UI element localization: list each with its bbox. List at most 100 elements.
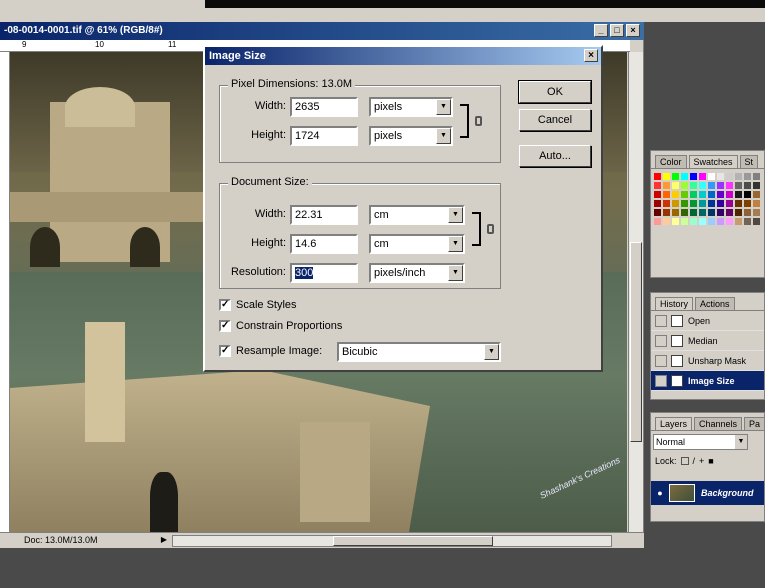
color-swatch[interactable] [743,217,752,226]
color-swatch[interactable] [725,181,734,190]
status-menu-arrow[interactable]: ▶ [158,535,170,546]
resample-method-select[interactable]: Bicubic ▼ [337,342,501,362]
color-swatch[interactable] [707,181,716,190]
minimize-button[interactable]: _ [594,24,608,37]
color-swatch[interactable] [653,208,662,217]
color-swatch[interactable] [671,199,680,208]
color-swatch[interactable] [662,217,671,226]
color-swatch[interactable] [734,181,743,190]
pixel-width-unit-select[interactable]: pixels ▼ [369,97,453,117]
color-swatch[interactable] [653,199,662,208]
color-swatch[interactable] [707,199,716,208]
color-swatch[interactable] [698,217,707,226]
color-swatch[interactable] [725,208,734,217]
doc-height-unit-select[interactable]: cm ▼ [369,234,465,254]
color-swatch[interactable] [671,217,680,226]
color-swatch[interactable] [689,199,698,208]
color-swatch[interactable] [716,172,725,181]
color-swatch[interactable] [662,208,671,217]
color-swatch[interactable] [743,199,752,208]
color-swatch[interactable] [689,208,698,217]
color-swatch[interactable] [689,217,698,226]
color-swatch[interactable] [671,172,680,181]
maximize-button[interactable]: □ [610,24,624,37]
history-item[interactable]: Median [651,331,764,351]
color-swatch[interactable] [680,217,689,226]
color-swatch[interactable] [698,208,707,217]
color-swatch[interactable] [707,172,716,181]
color-swatch[interactable] [662,190,671,199]
scale-styles-checkbox[interactable]: ✓ Scale Styles [219,299,297,311]
color-swatch[interactable] [752,199,761,208]
color-swatch[interactable] [734,199,743,208]
color-swatch[interactable] [698,199,707,208]
history-item[interactable]: Unsharp Mask [651,351,764,371]
color-swatch[interactable] [680,172,689,181]
color-swatch[interactable] [743,208,752,217]
pixel-height-unit-select[interactable]: pixels ▼ [369,126,453,146]
resample-image-checkbox[interactable]: ✓ Resample Image: [219,345,322,357]
history-brush-box[interactable] [655,374,667,387]
blend-mode-select[interactable]: Normal ▼ [653,434,748,450]
color-swatch[interactable] [689,172,698,181]
close-button[interactable]: × [626,24,640,37]
color-swatch[interactable] [734,190,743,199]
color-swatch[interactable] [752,181,761,190]
color-swatch[interactable] [698,181,707,190]
tab-layers[interactable]: Layers [655,417,693,430]
color-swatch[interactable] [752,217,761,226]
lock-move-icon[interactable]: + [699,456,704,466]
tab-paths[interactable]: Pa [744,417,764,430]
horizontal-scrollbar[interactable] [172,535,612,547]
color-swatch[interactable] [698,190,707,199]
tab-color[interactable]: Color [655,155,687,168]
tab-swatches[interactable]: Swatches [688,155,738,168]
color-swatch[interactable] [662,172,671,181]
checkbox-box[interactable]: ✓ [219,345,231,357]
layer-row-background[interactable]: ● Background [651,481,764,505]
color-swatch[interactable] [680,190,689,199]
tab-styles[interactable]: St [739,155,759,168]
color-swatch[interactable] [725,190,734,199]
color-swatch[interactable] [725,172,734,181]
resolution-input[interactable]: 300 [290,263,358,283]
cancel-button[interactable]: Cancel [519,109,591,131]
tab-history[interactable]: History [655,297,694,310]
vertical-scroll-thumb[interactable] [630,242,642,442]
color-swatch[interactable] [716,217,725,226]
color-swatch[interactable] [716,208,725,217]
history-brush-box[interactable] [655,334,667,347]
dialog-title-bar[interactable]: Image Size × [205,47,601,65]
tab-channels[interactable]: Channels [694,417,743,430]
history-brush-box[interactable] [655,354,667,367]
doc-width-unit-select[interactable]: cm ▼ [369,205,465,225]
tab-actions[interactable]: Actions [695,297,735,310]
color-swatch[interactable] [662,181,671,190]
ok-button[interactable]: OK [518,80,592,104]
color-swatch[interactable] [734,172,743,181]
lock-brush-icon[interactable]: / [693,456,696,466]
checkbox-box[interactable]: ✓ [219,299,231,311]
color-swatch[interactable] [743,181,752,190]
color-swatch[interactable] [662,199,671,208]
resolution-unit-select[interactable]: pixels/inch ▼ [369,263,465,283]
history-brush-box[interactable] [655,314,667,327]
color-swatch[interactable] [743,172,752,181]
constrain-proportions-checkbox[interactable]: ✓ Constrain Proportions [219,320,342,332]
color-swatch[interactable] [653,217,662,226]
color-swatch[interactable] [734,217,743,226]
dialog-close-button[interactable]: × [584,49,598,62]
color-swatch[interactable] [734,208,743,217]
color-swatch[interactable] [671,181,680,190]
document-title-bar[interactable]: -08-0014-0001.tif @ 61% (RGB/8#) _ □ × [0,22,644,40]
color-swatch[interactable] [707,190,716,199]
color-swatch[interactable] [752,208,761,217]
history-item-selected[interactable]: Image Size [651,371,764,391]
color-swatch[interactable] [743,190,752,199]
doc-height-input[interactable]: 14.6 [290,234,358,254]
lock-transparency-icon[interactable] [680,457,689,465]
color-swatch[interactable] [716,181,725,190]
color-swatch[interactable] [653,190,662,199]
eye-icon[interactable]: ● [651,488,669,498]
checkbox-box[interactable]: ✓ [219,320,231,332]
